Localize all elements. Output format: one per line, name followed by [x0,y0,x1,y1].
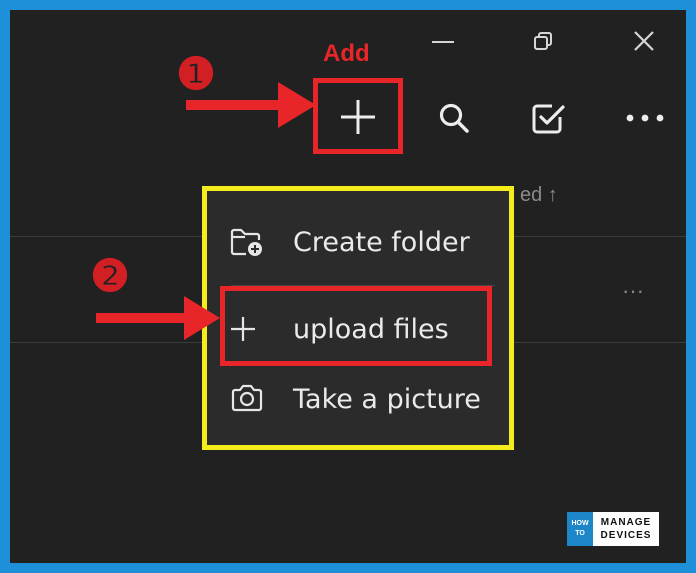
column-header-sort[interactable]: ed ↑ [520,184,558,207]
menu-item-create-folder[interactable]: Create folder [217,216,497,268]
logo-how: HOW [571,520,589,527]
upload-files-callout-box [220,286,492,366]
logo-left: HOW TO [567,512,593,546]
step-1-arrow [186,82,316,128]
checkbox-icon [532,104,565,134]
menu-item-label: Take a picture [293,383,481,415]
step-2-arrow [96,296,220,340]
close-button[interactable] [628,26,660,56]
select-button[interactable] [524,94,572,142]
restore-icon [534,32,552,50]
logo-to: TO [575,530,585,537]
camera-icon [217,384,277,414]
logo-manage: MANAGE [600,517,652,528]
close-icon [634,31,654,51]
restore-button[interactable] [528,28,558,54]
search-button[interactable] [430,96,478,140]
minimize-icon [432,41,454,43]
menu-item-label: Create folder [293,226,470,258]
menu-item-take-picture[interactable]: Take a picture [217,373,497,425]
more-icon [626,114,664,122]
logo-devices: DEVICES [600,530,652,541]
more-button[interactable] [622,100,668,136]
add-button-callout-box [313,78,403,154]
howtomanagedevices-logo: HOW TO MANAGE DEVICES [567,512,659,546]
search-icon [439,103,469,133]
add-annotation-label: Add [323,40,370,67]
step-2-badge: ❷ [90,250,130,302]
row-more-button[interactable]: ··· [622,278,644,304]
folder-add-icon [217,226,277,258]
logo-right: MANAGE DEVICES [593,512,659,546]
minimize-button[interactable] [428,32,458,52]
app-window: ed ↑ ··· Create folder upload files Take… [10,10,686,563]
